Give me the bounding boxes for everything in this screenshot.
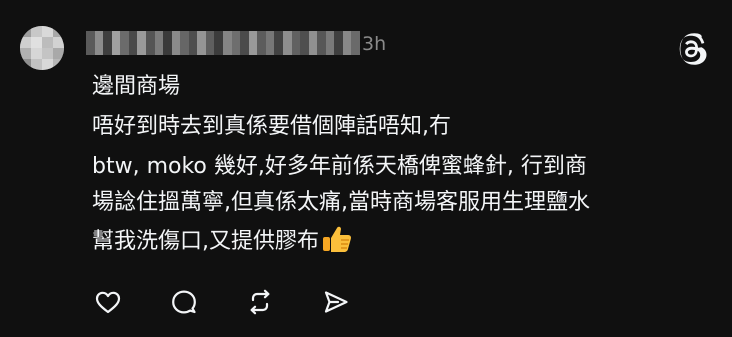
post-text-line-4-text: 幫我洗傷口,又提供膠布 bbox=[92, 229, 319, 254]
post-text-line-3: 場諗住搵萬寧,但真係太痛,當時商場客服用生理鹽水 bbox=[92, 190, 590, 215]
post-title: 邊間商場 bbox=[92, 74, 181, 99]
threads-logo-icon[interactable] bbox=[676, 32, 710, 66]
like-button[interactable] bbox=[92, 286, 124, 318]
post-timestamp: 3h bbox=[362, 33, 387, 55]
heart-icon bbox=[95, 291, 121, 314]
post-text-line-4: 幫我洗傷口,又提供膠布 bbox=[92, 224, 722, 257]
thumbs-up-emoji bbox=[321, 224, 353, 254]
post-actions bbox=[92, 286, 396, 318]
post-text-line-1: 唔好到時去到真係要借個陣話唔知,冇 bbox=[92, 114, 451, 139]
repost-icon bbox=[250, 289, 270, 315]
redacted-username[interactable] bbox=[86, 31, 360, 55]
comment-bubble-icon bbox=[172, 290, 196, 314]
post-text-line-2: btw, moko 幾好,好多年前係天橋俾蜜蜂針, 行到商 bbox=[92, 154, 587, 179]
send-icon bbox=[324, 291, 348, 313]
repost-button[interactable] bbox=[244, 286, 276, 318]
avatar[interactable] bbox=[20, 26, 64, 70]
share-button[interactable] bbox=[320, 286, 352, 318]
post-body: 邊間商場 唔好到時去到真係要借個陣話唔知,冇 btw, moko 幾好,好多年前… bbox=[92, 72, 722, 257]
threads-post: 3h 邊間商場 唔好到時去到真係要借個陣話唔知,冇 btw, moko 幾好,好… bbox=[0, 0, 732, 337]
reply-button[interactable] bbox=[168, 286, 200, 318]
